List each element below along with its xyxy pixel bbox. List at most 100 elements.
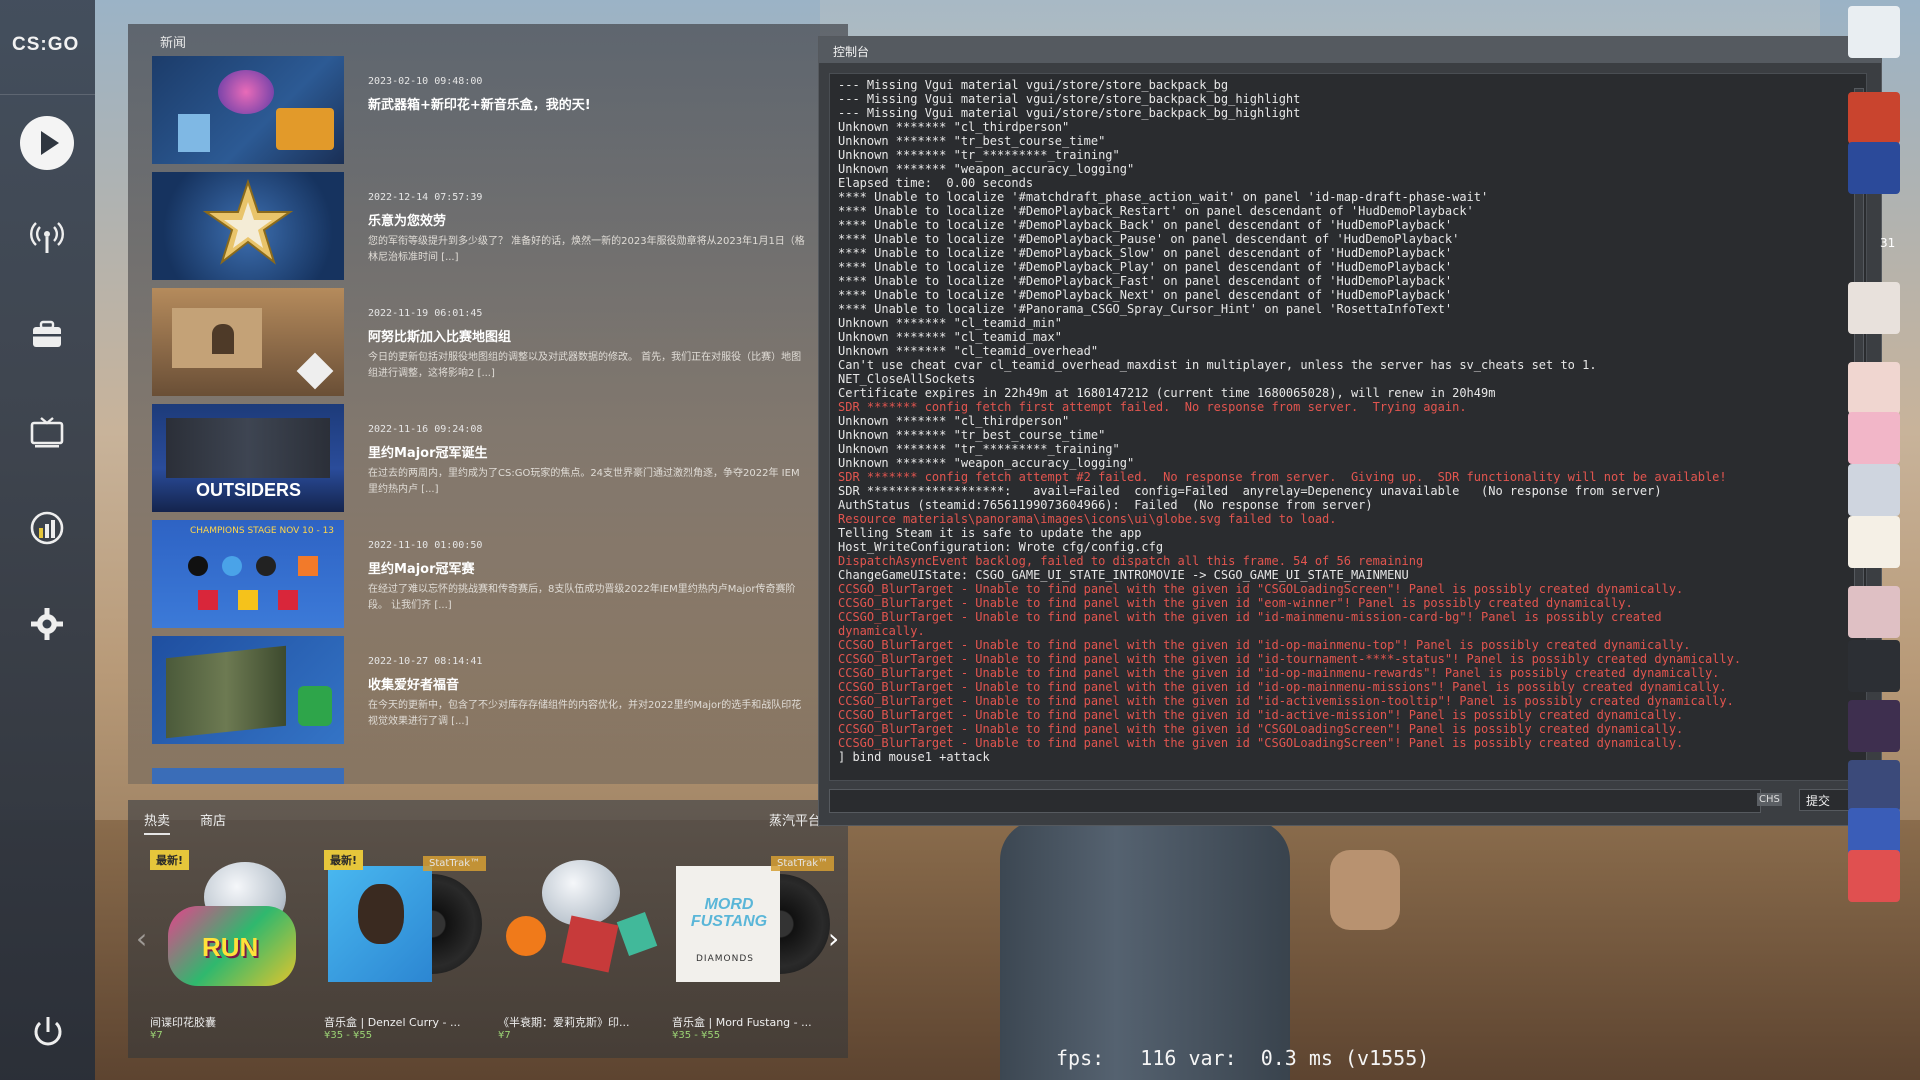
- console-line: Unknown ******* "cl_teamid_min": [838, 316, 1062, 330]
- store-card[interactable]: RUN 最新! 间谍印花胶囊 ¥7: [148, 846, 316, 1046]
- console-line: NET_CloseAllSockets: [838, 372, 976, 386]
- friend-avatar[interactable]: [1848, 92, 1900, 144]
- background-character-hand: [1330, 850, 1400, 930]
- play-button[interactable]: [20, 116, 74, 170]
- news-date: 2022-10-27 08:14:41: [368, 656, 483, 667]
- friend-avatar[interactable]: [1848, 700, 1900, 752]
- console-line: --- Missing Vgui material vgui/store/sto…: [838, 106, 1301, 120]
- console-line: dynamically.: [838, 624, 925, 638]
- news-thumbnail: [152, 288, 344, 396]
- console-line: CCSGO_BlurTarget - Unable to find panel …: [838, 596, 1633, 610]
- console-line: **** Unable to localize '#DemoPlayback_R…: [838, 204, 1474, 218]
- music-kit-art-text: MORD FUSTANG: [690, 896, 768, 930]
- sticker-art-text: RUN: [202, 932, 259, 962]
- store-card[interactable]: 最新! StatTrak™ 音乐盒 | Denzel Curry - ... ¥…: [322, 846, 490, 1046]
- console-line: SDR ******* config fetch attempt #2 fail…: [838, 470, 1727, 484]
- new-badge: 最新!: [150, 850, 190, 870]
- console-output: --- Missing Vgui material vgui/store/sto…: [829, 73, 1867, 781]
- news-thumb-label: OUTSIDERS: [196, 480, 302, 500]
- service-medal-icon: [202, 178, 294, 265]
- console-line: Unknown ******* "weapon_accuracy_logging…: [838, 162, 1135, 176]
- tab-store[interactable]: 商店: [200, 810, 226, 829]
- tab-hot-sale[interactable]: 热卖: [144, 810, 171, 835]
- news-header: 新闻: [160, 36, 187, 51]
- news-date: 2022-11-10 01:00:50: [368, 540, 483, 551]
- friend-avatar[interactable]: [1848, 516, 1900, 568]
- news-thumb-label: CHAMPIONS STAGE NOV 10 - 13: [190, 526, 335, 536]
- console-line: **** Unable to localize '#DemoPlayback_S…: [838, 246, 1453, 260]
- power-icon[interactable]: [30, 1014, 66, 1050]
- console-line: Unknown ******* "tr_*********_training": [838, 442, 1120, 456]
- console-line: Unknown ******* "cl_teamid_max": [838, 330, 1062, 344]
- friend-avatar[interactable]: [1848, 586, 1900, 638]
- friend-avatar[interactable]: [1848, 362, 1900, 414]
- play-icon: [40, 131, 59, 155]
- friend-avatar[interactable]: [1848, 464, 1900, 516]
- stats-icon[interactable]: [27, 508, 67, 548]
- briefcase-icon[interactable]: [27, 314, 67, 354]
- news-thumbnail: [152, 172, 344, 280]
- music-kit-art-subtext: DIAMONDS: [696, 954, 754, 964]
- friend-avatar[interactable]: [1848, 640, 1900, 692]
- friend-count: 31: [1880, 236, 1896, 250]
- news-item[interactable]: OUTSIDERS 2022-11-16 09:24:08 里约Major冠军诞…: [152, 404, 822, 512]
- news-excerpt: 今日的更新包括对服役地图组的调整以及对武器数据的修改。 首先，我们正在对服役（比…: [368, 352, 802, 379]
- news-title: 新武器箱+新印花+新音乐盒，我的天!: [368, 98, 591, 113]
- background-character: [1000, 820, 1290, 1080]
- friend-avatar[interactable]: [1848, 282, 1900, 334]
- card-price: ¥7: [150, 1030, 163, 1041]
- sticker-capsule-art: RUN: [148, 846, 316, 1006]
- console-line: --- Missing Vgui material vgui/store/sto…: [838, 92, 1301, 106]
- sticker-capsule-art: [496, 846, 664, 1006]
- console-log: --- Missing Vgui material vgui/store/sto…: [838, 78, 1848, 764]
- console-line: Unknown ******* "tr_best_course_time": [838, 134, 1106, 148]
- broadcast-icon[interactable]: [27, 218, 67, 258]
- gear-icon[interactable]: [27, 604, 67, 644]
- tv-icon[interactable]: [27, 412, 67, 452]
- store-card[interactable]: 《半衰期：爱莉克斯》印... ¥7: [496, 846, 664, 1046]
- news-item[interactable]: CHAMPIONS STAGE NOV 10 - 13 2022-11-10 0…: [152, 520, 822, 628]
- news-thumbnail-partial: [152, 768, 344, 784]
- card-price: ¥35 - ¥55: [324, 1030, 373, 1041]
- news-thumbnail: OUTSIDERS: [152, 404, 344, 512]
- console-title: 控制台: [833, 45, 870, 59]
- console-line: SDR *******************: avail=Failed co…: [838, 484, 1662, 498]
- console-line: Elapsed time: 0.00 seconds: [838, 176, 1034, 190]
- news-thumbnail: CHAMPIONS STAGE NOV 10 - 13: [152, 520, 344, 628]
- console-line: CCSGO_BlurTarget - Unable to find panel …: [838, 610, 1662, 624]
- card-price: ¥7: [498, 1030, 511, 1041]
- console-line: **** Unable to localize '#Panorama_CSGO_…: [838, 302, 1453, 316]
- friend-avatar[interactable]: [1848, 760, 1900, 812]
- news-item[interactable]: 2023-02-10 09:48:00 新武器箱+新印花+新音乐盒，我的天!: [152, 56, 822, 164]
- console-window[interactable]: 控制台 □ --- Missing Vgui material vgui/sto…: [818, 36, 1882, 826]
- carousel-prev-icon[interactable]: ‹: [136, 922, 147, 955]
- card-name: 音乐盒 | Denzel Curry - ...: [324, 1016, 461, 1029]
- console-line: **** Unable to localize '#matchdraft_pha…: [838, 190, 1489, 204]
- card-name: 《半衰期：爱莉克斯》印...: [498, 1016, 630, 1029]
- news-item[interactable]: 2022-10-27 08:14:41 收集爱好者福音 在今天的更新中，包含了不…: [152, 636, 822, 744]
- friend-avatar[interactable]: [1848, 412, 1900, 464]
- news-item[interactable]: 2022-11-19 06:01:45 阿努比斯加入比赛地图组 今日的更新包括对…: [152, 288, 822, 396]
- console-line: CCSGO_BlurTarget - Unable to find panel …: [838, 652, 1742, 666]
- console-line: Unknown ******* "cl_thirdperson": [838, 120, 1070, 134]
- console-line: **** Unable to localize '#DemoPlayback_B…: [838, 218, 1453, 232]
- console-input[interactable]: [829, 789, 1761, 813]
- news-thumbnail: [152, 56, 344, 164]
- card-name: 间谍印花胶囊: [150, 1016, 216, 1029]
- console-line: SDR ******* config fetch first attempt f…: [838, 400, 1467, 414]
- friend-avatar[interactable]: [1848, 142, 1900, 194]
- news-panel: 新闻 2023-02-10 09:48:00 新武器箱+新印花+新音乐盒，我的天…: [128, 24, 848, 784]
- friend-avatar[interactable]: [1848, 6, 1900, 58]
- console-line: Resource materials\panorama\images\icons…: [838, 512, 1337, 526]
- console-titlebar[interactable]: 控制台 □: [819, 37, 1881, 63]
- news-date: 2022-12-14 07:57:39: [368, 192, 483, 203]
- console-line: Unknown ******* "tr_*********_training": [838, 148, 1120, 162]
- store-card[interactable]: MORD FUSTANG DIAMONDS StatTrak™ 音乐盒 | Mo…: [670, 846, 838, 1046]
- news-title: 乐意为您效劳: [368, 214, 447, 229]
- news-item[interactable]: 2022-12-14 07:57:39 乐意为您效劳 您的军衔等级提升到多少级了…: [152, 172, 822, 280]
- friend-avatar[interactable]: [1848, 850, 1900, 902]
- console-line: Unknown ******* "cl_teamid_overhead": [838, 344, 1099, 358]
- console-line: Can't use cheat cvar cl_teamid_overhead_…: [838, 358, 1597, 372]
- console-line: DispatchAsyncEvent backlog, failed to di…: [838, 554, 1424, 568]
- news-thumbnail: [152, 636, 344, 744]
